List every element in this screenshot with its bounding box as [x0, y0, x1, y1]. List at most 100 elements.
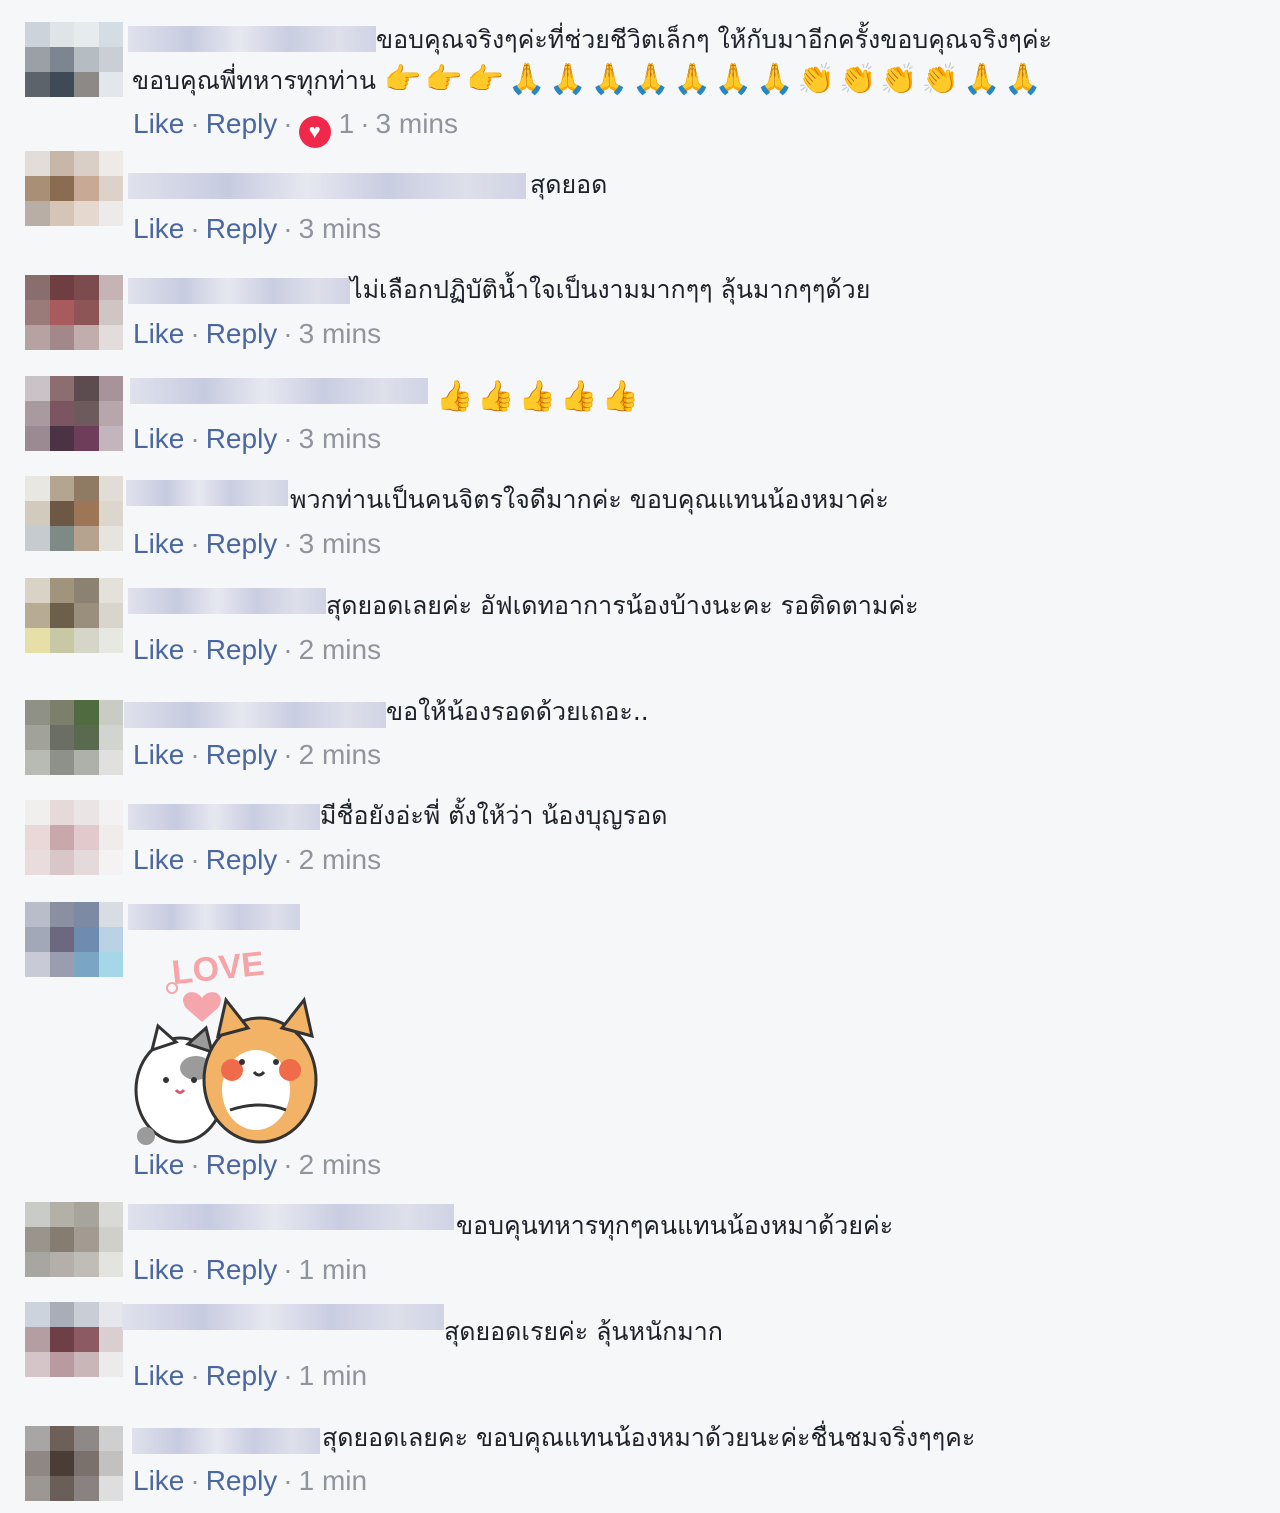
timestamp[interactable]: 2 mins	[299, 844, 381, 875]
comment-text: สุดยอดเรยค่ะ ลุ้นหนักมาก	[444, 1317, 723, 1346]
comment-actions: Like · Reply · 2 mins	[133, 739, 382, 770]
avatar[interactable]	[25, 275, 123, 350]
emoji-icon: 👍	[477, 379, 515, 414]
like-link[interactable]: Like	[133, 634, 184, 665]
timestamp[interactable]: 3 mins	[299, 213, 381, 244]
commenter-name[interactable]	[128, 588, 326, 614]
timestamp[interactable]: 3 mins	[299, 318, 381, 349]
like-link[interactable]: Like	[133, 1149, 184, 1180]
avatar[interactable]	[25, 476, 123, 551]
reply-link[interactable]: Reply	[206, 739, 278, 770]
reply-link[interactable]: Reply	[206, 318, 278, 349]
comment-actions: Like · Reply · 3 mins	[133, 213, 382, 244]
commenter-name[interactable]	[128, 804, 320, 830]
avatar[interactable]	[25, 22, 123, 97]
avatar[interactable]	[25, 1302, 123, 1377]
comment-text: ขอบคุนทหารทุกๆคนแทนน้องหมาด้วยค่ะ	[456, 1211, 894, 1240]
emoji-icon: 🙏	[756, 62, 794, 97]
comment-text: ไม่เลือกปฏิบัติน้ำใจเป็นงามมากๆๆ ลุ้นมาก…	[350, 275, 871, 304]
timestamp[interactable]: 3 mins	[299, 423, 381, 454]
comment-actions: Like · Reply · 2 mins	[133, 1149, 382, 1180]
emoji-icon: 👉	[383, 62, 422, 97]
avatar[interactable]	[25, 578, 123, 653]
comment-actions: Like · Reply · 3 mins	[133, 318, 382, 349]
reaction-count[interactable]: 1	[339, 108, 355, 139]
like-link[interactable]: Like	[133, 528, 184, 559]
reply-link[interactable]: Reply	[206, 528, 278, 559]
emoji-icon: 👍	[518, 379, 557, 414]
like-link[interactable]: Like	[133, 739, 184, 770]
comment-actions: Like · Reply · ♥ 1 · 3 mins	[133, 107, 458, 148]
reply-link[interactable]: Reply	[206, 844, 278, 875]
emoji-row: 👉 👉 👉 🙏 🙏 🙏 🙏 🙏 🙏 🙏 👏 👏 👏 👏 🙏 🙏	[384, 62, 1046, 97]
timestamp[interactable]: 2 mins	[299, 739, 381, 770]
sticker-love-text: LOVE	[170, 945, 266, 992]
like-link[interactable]: Like	[133, 1360, 184, 1391]
commenter-name[interactable]	[128, 173, 526, 199]
commenter-name[interactable]	[126, 480, 288, 506]
comment-actions: Like · Reply · 1 min	[133, 1360, 368, 1391]
avatar[interactable]	[25, 1202, 123, 1277]
like-link[interactable]: Like	[133, 1254, 184, 1285]
emoji-icon: 🙏	[1004, 62, 1042, 97]
reply-link[interactable]: Reply	[206, 1254, 278, 1285]
avatar[interactable]	[25, 376, 123, 451]
emoji-icon: 👍	[560, 379, 598, 414]
timestamp[interactable]: 2 mins	[299, 634, 381, 665]
timestamp[interactable]: 1 min	[299, 1360, 367, 1391]
timestamp[interactable]: 3 mins	[299, 528, 381, 559]
commenter-name[interactable]	[128, 1204, 454, 1230]
comment-text: พวกท่านเป็นคนจิตรใจดีมากค่ะ ขอบคุณแทนน้อ…	[290, 485, 889, 514]
emoji-row: 👍 👍 👍 👍 👍	[436, 377, 643, 418]
comment-text: สุดยอดเลยค่ะ อัฟเดทอาการน้องบ้างนะคะ รอต…	[326, 591, 919, 620]
emoji-icon: 👏	[838, 62, 877, 97]
commenter-name[interactable]	[124, 702, 386, 728]
reply-link[interactable]: Reply	[206, 634, 278, 665]
like-link[interactable]: Like	[133, 423, 184, 454]
commenter-name[interactable]	[128, 26, 376, 52]
reply-link[interactable]: Reply	[206, 108, 278, 139]
like-link[interactable]: Like	[133, 318, 184, 349]
emoji-icon: 🙏	[590, 62, 629, 97]
timestamp[interactable]: 1 min	[299, 1254, 367, 1285]
like-link[interactable]: Like	[133, 844, 184, 875]
avatar[interactable]	[25, 151, 123, 226]
emoji-icon: 🙏	[714, 62, 753, 97]
reply-link[interactable]: Reply	[206, 423, 278, 454]
comment-actions: Like · Reply · 1 min	[133, 1254, 368, 1285]
emoji-icon: 🙏	[963, 62, 1001, 97]
avatar[interactable]	[25, 1426, 123, 1501]
commenter-name[interactable]	[122, 1304, 444, 1330]
commenter-name[interactable]	[128, 278, 350, 304]
comment-actions: Like · Reply · 1 min	[133, 1465, 368, 1496]
commenter-name[interactable]	[130, 378, 428, 404]
timestamp[interactable]: 2 mins	[299, 1149, 381, 1180]
like-link[interactable]: Like	[133, 108, 184, 139]
timestamp[interactable]: 1 min	[299, 1465, 367, 1496]
avatar[interactable]	[25, 700, 123, 775]
love-sticker-image: LOVE	[134, 945, 318, 1145]
like-link[interactable]: Like	[133, 213, 184, 244]
timestamp[interactable]: 3 mins	[376, 108, 458, 139]
avatar[interactable]	[25, 902, 123, 977]
comment-text: ขอให้น้องรอดด้วยเถอะ..	[386, 697, 649, 726]
emoji-icon: 👉	[425, 62, 463, 97]
reply-link[interactable]: Reply	[206, 213, 278, 244]
avatar[interactable]	[25, 800, 123, 875]
heart-icon	[183, 992, 221, 1022]
comment-actions: Like · Reply · 2 mins	[133, 844, 382, 875]
commenter-name[interactable]	[132, 1428, 320, 1454]
comment-actions: Like · Reply · 3 mins	[133, 423, 382, 454]
reply-link[interactable]: Reply	[206, 1360, 278, 1391]
love-reaction-icon[interactable]: ♥	[298, 116, 331, 148]
commenter-name[interactable]	[128, 904, 300, 930]
emoji-icon: 👏	[880, 62, 918, 97]
emoji-icon: 👍	[436, 379, 474, 414]
emoji-icon: 👍	[601, 379, 639, 414]
comment-text: มีชื่อยังอ่ะพี่ ตั้งให้ว่า น้องบุญรอด	[320, 801, 668, 830]
emoji-icon: 🙏	[508, 62, 546, 97]
reply-link[interactable]: Reply	[206, 1465, 278, 1496]
like-link[interactable]: Like	[133, 1465, 184, 1496]
reply-link[interactable]: Reply	[206, 1149, 278, 1180]
emoji-icon: 🙏	[632, 62, 670, 97]
